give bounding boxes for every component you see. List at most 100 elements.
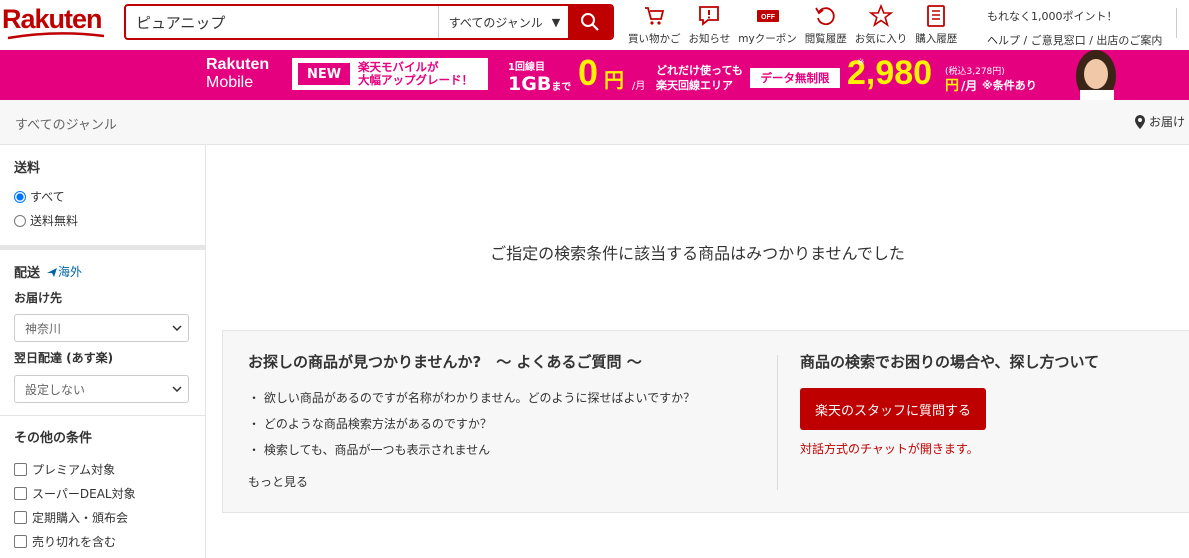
banner-made: まで [551,82,572,93]
help-box: お探しの商品が見つかりませんか? ～ よくあるご質問 ～ ・ 欲しい商品があるの… [222,330,1189,513]
super-deal-checkbox[interactable]: スーパーDEAL対象 [14,485,136,502]
purchase-history-link[interactable]: 購入履歴 [915,2,957,46]
search-input[interactable] [126,6,438,38]
banner-unlimited: データ無制限 [750,68,840,88]
shipping-free-radio[interactable]: 送料無料 [14,212,78,229]
banner-first-line: 1回線目 [508,62,545,73]
history-label: 閲覧履歴 [804,33,847,45]
location-pin-icon [1135,114,1145,129]
points-promo-link[interactable]: もれなく1,000ポイント！ [987,8,1187,24]
nextday-title: 翌日配達 (あす楽) [14,351,114,365]
cart-icon [645,7,665,25]
coupon-link[interactable]: OFF myクーポン [738,2,797,46]
sidebar-divider [0,415,206,416]
sold-out-label: 売り切れを含む [32,535,117,549]
shipping-free-radio-input[interactable] [14,214,26,227]
favorites-label: お気に入り [854,33,908,45]
purchase-history-icon [927,5,946,27]
filter-sidebar: 送料 すべて 送料無料 配送 海外 お届け先 神奈川 翌日配達 (あす楽) 設定… [0,145,206,558]
destination-title: お届け先 [14,291,63,305]
banner-conditions: ※条件あり [982,79,1037,92]
delivery-filter-title: 配送 [14,266,41,281]
banner-anyuse-line1: どれだけ使っても [656,64,743,77]
faq-item[interactable]: ・ どのような商品検索方法があるのですか？ [248,415,768,432]
super-deal-checkbox-box[interactable] [14,487,27,500]
banner-new-text-line2: 大幅アップグレード！ [358,73,473,87]
banner-per-month: /月 [632,81,646,92]
staff-help-section: 商品の検索でお困りの場合や、探し方ついて 楽天のスタッフに質問する 対話方式のチ… [800,351,1180,457]
logo-swoosh-icon [7,32,105,40]
no-result-message: ご指定の検索条件に該当する商品はみつかりませんでした [490,244,905,263]
banner-asterisk: ※ [857,58,865,68]
header-right: もれなく1,000ポイント！ ヘルプ / ご意見窓口 / 出店のご案内 [987,8,1187,48]
breadcrumb-all-genres[interactable]: すべてのジャンル [15,114,117,133]
chat-note: 対話方式のチャットが開きます。 [800,442,979,456]
destination-select[interactable]: 神奈川 [14,314,189,342]
svg-text:OFF: OFF [761,14,776,21]
purchase-history-label: 購入履歴 [915,33,958,45]
history-link[interactable]: 閲覧履歴 [805,2,847,46]
coupon-icon: OFF [756,10,779,22]
help-links[interactable]: ヘルプ / ご意見窓口 / 出店のご案内 [987,32,1187,48]
faq-section: お探しの商品が見つかりませんか? ～ よくあるご質問 ～ ・ 欲しい商品があるの… [248,351,768,490]
banner-price-yen: 円 [945,78,959,94]
other-conditions-title: その他の条件 [14,431,93,446]
search-icon [581,13,599,31]
banner-brand-line2: Mobile [206,74,254,91]
notice-link[interactable]: お知らせ [688,2,731,46]
destination-select-value: 神奈川 [25,321,62,336]
help-title: 商品の検索でお困りの場合や、探し方ついて [800,353,1100,371]
premium-label: プレミアム対象 [32,463,116,477]
overseas-link[interactable]: 海外 [46,263,82,280]
banner-anyuse-line2: 楽天回線エリア [656,79,733,92]
banner-zero: 0 [578,52,599,93]
header: Rakuten すべてのジャンル ▼ 買い物かご お知らせ OFF myク [0,0,1189,50]
subscription-checkbox[interactable]: 定期購入・頒布会 [14,509,128,526]
search-box: すべてのジャンル ▼ [124,4,614,40]
banner-brand-line1: Rakuten [206,56,270,73]
ask-staff-button[interactable]: 楽天のスタッフに質問する [800,388,986,430]
banner-gb: 1GB [508,73,552,95]
banner-new-badge: NEW [298,63,350,85]
header-divider [1176,8,1177,38]
subscription-label: 定期購入・頒布会 [32,511,129,525]
sold-out-checkbox-box[interactable] [14,535,27,548]
shipping-all-radio-input[interactable] [14,190,26,203]
faq-item[interactable]: ・ 欲しい商品があるのですが名称がわかりません。どのように探せばよいですか？ [248,389,768,406]
airplane-icon [47,267,58,277]
logo-text: Rakuten [2,4,103,34]
faq-list: ・ 欲しい商品があるのですが名称がわかりません。どのように探せばよいですか？ ・… [248,389,768,458]
favorites-link[interactable]: お気に入り [854,2,908,46]
subscription-checkbox-box[interactable] [14,511,27,524]
search-button[interactable] [568,6,613,38]
more-link[interactable]: もっと見る [248,473,768,490]
breadcrumb: すべてのジャンル お届け [0,100,1189,145]
deliver-to-link[interactable]: お届け [1135,113,1185,130]
help-divider [777,355,778,490]
banner-anyuse: どれだけ使っても 楽天回線エリア [656,63,743,93]
shipping-free-label: 送料無料 [30,214,79,228]
shipping-all-radio[interactable]: すべて [14,188,65,205]
notice-icon [699,6,720,26]
genre-select[interactable]: すべてのジャンル ▼ [437,6,569,38]
sold-out-checkbox[interactable]: 売り切れを含む [14,533,116,550]
chevron-down-icon: ▼ [551,15,561,29]
rakuten-logo[interactable]: Rakuten [2,4,110,40]
header-icons: 買い物かご お知らせ OFF myクーポン 閲覧履歴 お気に入り 購入履歴 [628,2,965,46]
banner-new-text: 楽天モバイルが 大幅アップグレード！ [358,61,473,87]
banner-1gb: 1回線目 1GBまで [508,58,571,95]
premium-checkbox-box[interactable] [14,463,27,476]
nextday-select[interactable]: 設定しない [14,375,189,403]
super-deal-label: スーパーDEAL対象 [32,487,136,501]
cart-label: 買い物かご [628,33,681,45]
rakuten-mobile-banner[interactable]: Rakuten Mobile NEW 楽天モバイルが 大幅アップグレード！ 1回… [0,50,1189,100]
cart-link[interactable]: 買い物かご [628,2,681,46]
premium-checkbox[interactable]: プレミアム対象 [14,461,115,478]
notice-label: お知らせ [688,33,731,45]
star-icon [869,4,893,27]
delivery-filter: 配送 海外 [14,262,82,281]
shipping-filter-title: 送料 [14,161,41,176]
faq-item[interactable]: ・ 検索しても、商品が一つも表示されません [248,441,768,458]
chevron-down-icon [172,325,182,331]
overseas-label: 海外 [58,265,83,279]
